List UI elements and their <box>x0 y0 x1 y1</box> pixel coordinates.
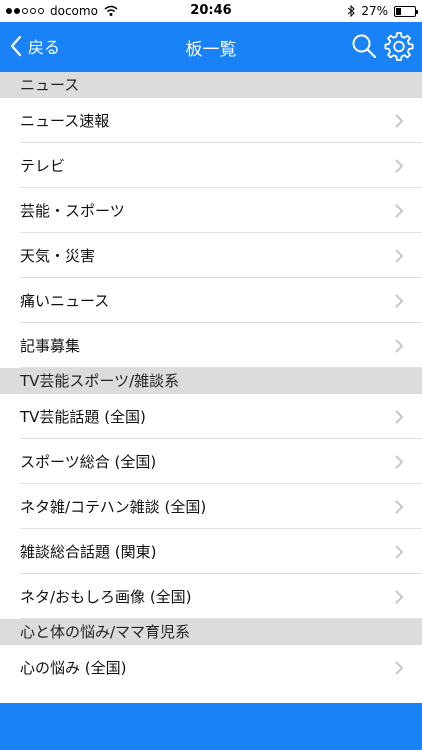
list-item[interactable]: 天気・災害 <box>0 233 422 278</box>
chevron-left-icon <box>10 35 22 57</box>
chevron-right-icon <box>395 661 404 675</box>
back-button-label: 戻る <box>28 38 61 57</box>
chevron-right-icon <box>395 339 404 353</box>
list-item-label: ニュース速報 <box>20 112 110 130</box>
chevron-right-icon <box>395 455 404 469</box>
list-item-label: 痛いニュース <box>20 292 110 310</box>
battery-percent: 27% <box>361 4 388 18</box>
section-header: TV芸能スポーツ/雑談系 <box>0 368 422 394</box>
battery-icon <box>394 5 418 17</box>
chevron-right-icon <box>395 500 404 514</box>
bluetooth-icon <box>348 5 356 17</box>
list-item[interactable]: スポーツ総合 (全国) <box>0 439 422 484</box>
bottom-bar <box>0 703 422 750</box>
status-right: 27% <box>347 4 418 18</box>
list-item-label: 芸能・スポーツ <box>20 202 125 220</box>
navigation-bar: 戻る 板一覧 <box>0 22 422 72</box>
chevron-right-icon <box>395 204 404 218</box>
list-item-label: 心の悩み (全国) <box>20 659 127 677</box>
list-item[interactable]: TV芸能話題 (全国) <box>0 394 422 439</box>
list-item-label: 記事募集 <box>20 337 81 355</box>
list-item[interactable]: ネタ/おもしろ画像 (全国) <box>0 574 422 619</box>
battery-level-fill <box>396 7 401 15</box>
list-item[interactable]: 心の悩み (全国) <box>0 645 422 690</box>
chevron-right-icon <box>395 159 404 173</box>
status-bar: docomo 20:46 27% <box>0 0 422 22</box>
list-item-label: TV芸能話題 (全国) <box>20 408 146 426</box>
list-item[interactable]: 痛いニュース <box>0 278 422 323</box>
chevron-right-icon <box>395 545 404 559</box>
section-header: 心と体の悩み/ママ育児系 <box>0 619 422 645</box>
list-item-label: スポーツ総合 (全国) <box>20 453 157 471</box>
gear-icon[interactable] <box>384 31 414 61</box>
list-item[interactable]: ネタ雑/コテハン雑談 (全国) <box>0 484 422 529</box>
board-list: ニュースニュース速報 テレビ芸能・スポーツ 天気・災害痛いニュース 記事募集 TV芸能ス… <box>0 72 422 690</box>
back-button[interactable]: 戻る <box>10 34 60 58</box>
list-item-label: ネタ雑/コテハン雑談 (全国) <box>20 498 207 516</box>
chevron-right-icon <box>395 294 404 308</box>
chevron-right-icon <box>395 410 404 424</box>
list-item-label: テレビ <box>20 157 66 175</box>
list-item[interactable]: 雑談総合話題 (関東) <box>0 529 422 574</box>
list-item[interactable]: ニュース速報 <box>0 98 422 143</box>
list-item-label: 雑談総合話題 (関東) <box>20 543 157 561</box>
list-item[interactable]: 芸能・スポーツ <box>0 188 422 233</box>
search-icon[interactable] <box>351 33 377 59</box>
chevron-right-icon <box>395 590 404 604</box>
list-item[interactable]: テレビ <box>0 143 422 188</box>
section-header: ニュース <box>0 72 422 98</box>
chevron-right-icon <box>395 249 404 263</box>
chevron-right-icon <box>395 114 404 128</box>
list-item-label: 天気・災害 <box>20 247 96 265</box>
list-item-label: ネタ/おもしろ画像 (全国) <box>20 588 192 606</box>
list-item[interactable]: 記事募集 <box>0 323 422 368</box>
